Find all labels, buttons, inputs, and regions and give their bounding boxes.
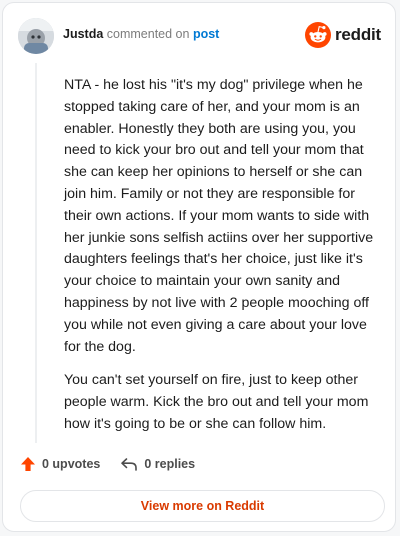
comment-header: Justda commented on post	[63, 27, 219, 41]
comment-actions: 0 upvotes 0 replies	[20, 456, 195, 472]
reply-icon	[121, 458, 138, 471]
upvote-count: 0 upvotes	[42, 457, 101, 471]
comment-card: Justda commented on post reddit NTA - he…	[2, 2, 396, 532]
comment-paragraph: You can't set yourself on fire, just to …	[64, 372, 369, 432]
post-link[interactable]: post	[193, 27, 219, 41]
view-more-button[interactable]: View more on Reddit	[20, 490, 385, 522]
upvote-button[interactable]: 0 upvotes	[20, 456, 100, 472]
reddit-snoo-icon	[304, 22, 331, 48]
username[interactable]: Justda	[63, 27, 103, 41]
reddit-logo[interactable]: reddit	[304, 22, 381, 48]
comment-body: NTA - he lost his "it's my dog" privileg…	[64, 75, 382, 448]
upvote-arrow-icon	[21, 457, 35, 471]
avatar[interactable]	[18, 18, 54, 54]
reply-button[interactable]: 0 replies	[120, 456, 195, 472]
action-text: commented on	[106, 27, 190, 41]
avatar-image	[18, 18, 54, 54]
comment-paragraph: NTA - he lost his "it's my dog" privileg…	[64, 77, 374, 355]
view-more-label: View more on Reddit	[140, 499, 265, 513]
reply-count: 0 replies	[144, 457, 196, 471]
thread-line	[35, 63, 37, 443]
reddit-wordmark: reddit	[334, 25, 381, 44]
